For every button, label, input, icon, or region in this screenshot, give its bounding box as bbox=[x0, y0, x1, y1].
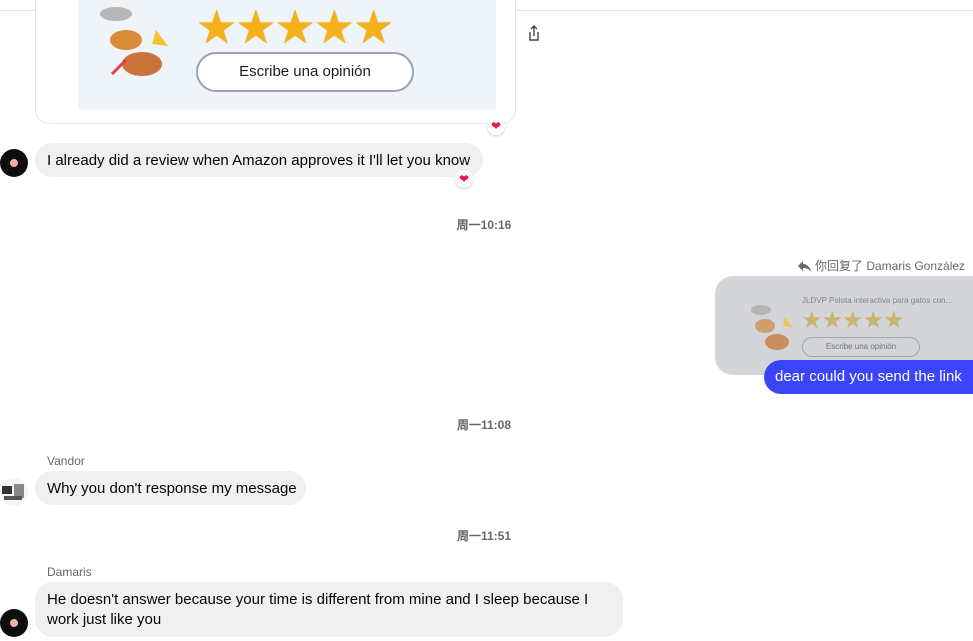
timestamp: 周一11:08 bbox=[456, 418, 512, 432]
avatar[interactable] bbox=[0, 149, 28, 177]
reply-icon bbox=[798, 260, 811, 272]
shared-product-card[interactable]: ★★★★★ Escribe una opinión bbox=[35, 0, 516, 124]
avatar[interactable] bbox=[0, 478, 28, 506]
message-bubble[interactable]: I already did a review when Amazon appro… bbox=[35, 143, 483, 177]
cat-toy-image bbox=[751, 305, 793, 350]
sender-name: Damaris bbox=[47, 565, 92, 579]
heart-reaction-icon[interactable]: ❤ bbox=[487, 117, 505, 135]
heart-reaction-icon[interactable]: ❤ bbox=[455, 170, 473, 188]
timestamp: 周一11:51 bbox=[456, 529, 512, 543]
avatar[interactable] bbox=[0, 609, 28, 637]
timestamp: 周一10:16 bbox=[456, 218, 512, 232]
message-bubble[interactable]: He doesn't answer because your time is d… bbox=[35, 582, 623, 637]
reply-indicator: 你回复了 Damaris González bbox=[798, 257, 965, 274]
message-text: Why you don't response my message bbox=[47, 480, 297, 497]
reply-label: 你回复了 Damaris González bbox=[815, 259, 966, 273]
message-text: dear could you send the link bbox=[775, 368, 962, 385]
message-text: He doesn't answer because your time is d… bbox=[47, 591, 589, 628]
write-review-button[interactable]: Escribe una opinión bbox=[196, 52, 414, 92]
rating-stars: ★★★★★ bbox=[801, 307, 905, 334]
write-review-button: Escribe una opinión bbox=[802, 337, 920, 357]
sender-name: Vandor bbox=[47, 454, 85, 468]
sent-message-bubble[interactable]: dear could you send the link bbox=[764, 360, 973, 394]
avatar-image bbox=[2, 484, 24, 500]
product-review-preview: ★★★★★ Escribe una opinión bbox=[78, 0, 496, 110]
card-title: JLDVP Pelota interactiva para gatos con.… bbox=[802, 296, 953, 305]
message-bubble[interactable]: Why you don't response my message bbox=[35, 471, 306, 505]
cat-toy-image bbox=[100, 7, 168, 76]
share-icon[interactable] bbox=[523, 22, 545, 44]
message-text: I already did a review when Amazon appro… bbox=[47, 152, 471, 169]
rating-stars[interactable]: ★★★★★ bbox=[196, 4, 394, 50]
